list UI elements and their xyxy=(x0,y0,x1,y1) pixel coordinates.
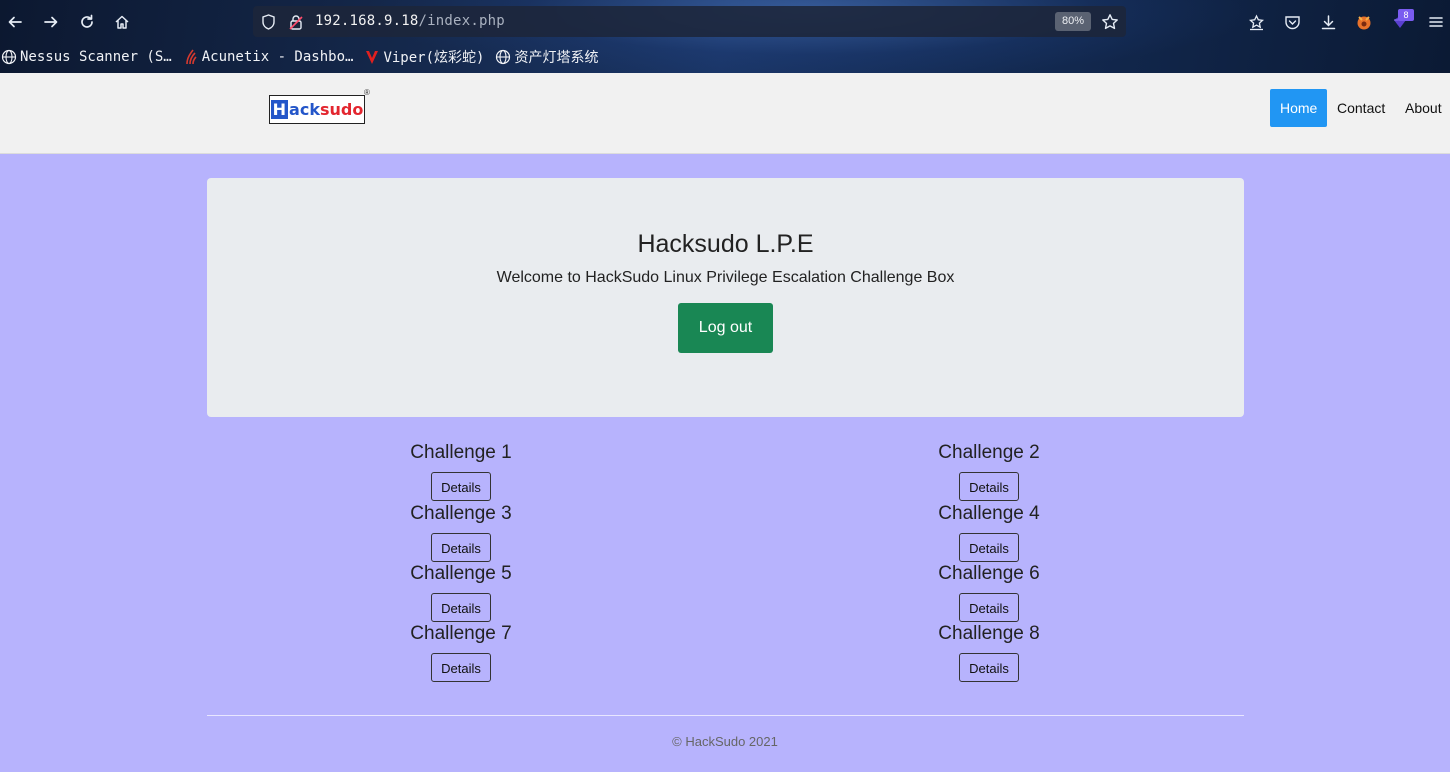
registered-mark-icon: ® xyxy=(364,88,370,97)
nav-home[interactable]: Home xyxy=(1270,89,1328,127)
page-title: Hacksudo L.P.E xyxy=(637,230,814,258)
browser-toolbar: 192.168.9.18/index.php 80% 8 Nessus Scan… xyxy=(0,0,1450,73)
forward-button[interactable] xyxy=(37,8,65,36)
url-text[interactable]: 192.168.9.18/index.php xyxy=(315,13,505,29)
bookmark-label: 资产灯塔系统 xyxy=(514,50,599,66)
logo-sudo: sudo xyxy=(319,100,364,119)
challenge-4-details-button[interactable]: Details xyxy=(959,533,1019,562)
back-button[interactable] xyxy=(1,8,29,36)
challenge-title: Challenge 5 xyxy=(410,563,512,584)
extension-hackbar-button[interactable] xyxy=(1352,10,1376,34)
home-button[interactable] xyxy=(108,8,136,36)
download-icon xyxy=(1321,14,1335,29)
downloads-button[interactable] xyxy=(1316,10,1340,34)
challenge-title: Challenge 6 xyxy=(938,563,1040,584)
challenge-7: Challenge 7 Details xyxy=(361,620,561,682)
challenge-title: Challenge 8 xyxy=(938,623,1040,644)
url-path: /index.php xyxy=(418,13,505,29)
bookmark-label: Viper(炫彩蛇) xyxy=(383,50,485,66)
bookmark-label: Nessus Scanner (S… xyxy=(20,49,172,65)
app-menu-button[interactable] xyxy=(1424,10,1448,34)
challenge-title: Challenge 2 xyxy=(938,442,1040,463)
globe-icon xyxy=(0,48,18,66)
viper-icon xyxy=(363,48,381,66)
challenge-1: Challenge 1 Details xyxy=(361,439,561,501)
page-subtitle: Welcome to HackSudo Linux Privilege Esca… xyxy=(496,269,955,286)
bookmark-label: Acunetix - Dashbo… xyxy=(201,49,354,65)
bookmark-viper[interactable]: Viper(炫彩蛇) xyxy=(363,47,484,67)
challenge-3: Challenge 3 Details xyxy=(361,500,561,562)
challenge-1-details-button[interactable]: Details xyxy=(431,472,491,501)
challenge-8-details-button[interactable]: Details xyxy=(959,653,1019,682)
hamburger-menu-icon xyxy=(1429,17,1443,27)
shield-icon[interactable] xyxy=(258,12,278,32)
challenge-5: Challenge 5 Details xyxy=(361,560,561,622)
fox-extension-icon xyxy=(1357,16,1371,30)
hacksudo-logo[interactable]: Hack sudo xyxy=(269,95,365,124)
site-navbar: Hack sudo ® Home Contact About xyxy=(0,73,1450,154)
logo-h: H xyxy=(270,100,289,119)
reload-icon xyxy=(81,14,93,28)
challenge-6: Challenge 6 Details xyxy=(889,560,1089,622)
challenge-title: Challenge 3 xyxy=(410,503,512,524)
challenge-4: Challenge 4 Details xyxy=(889,500,1089,562)
challenge-2: Challenge 2 Details xyxy=(889,439,1089,501)
url-bar[interactable]: 192.168.9.18/index.php 80% xyxy=(253,6,1126,37)
bookmark-asset-lighthouse[interactable]: 资产灯塔系统 xyxy=(494,47,598,67)
url-host: 192.168.9.18 xyxy=(315,13,419,29)
pocket-icon xyxy=(1284,15,1300,29)
footer-divider xyxy=(207,715,1244,716)
bookmarks-menu-button[interactable] xyxy=(1244,10,1268,34)
challenge-title: Challenge 1 xyxy=(410,442,512,463)
bookmark-nessus[interactable]: Nessus Scanner (S… xyxy=(0,48,172,66)
acunetix-icon xyxy=(182,48,200,66)
zoom-indicator[interactable]: 80% xyxy=(1055,12,1091,31)
challenge-2-details-button[interactable]: Details xyxy=(959,472,1019,501)
insecure-lock-icon[interactable] xyxy=(286,12,306,32)
nav-about[interactable]: About xyxy=(1395,89,1450,127)
challenge-5-details-button[interactable]: Details xyxy=(431,593,491,622)
star-list-icon xyxy=(1248,13,1264,30)
challenge-8: Challenge 8 Details xyxy=(889,620,1089,682)
forward-arrow-icon xyxy=(44,16,58,28)
back-arrow-icon xyxy=(8,16,22,28)
logo-ack: ack xyxy=(289,100,320,119)
bookmarks-toolbar: Nessus Scanner (S… Acunetix - Dashbo… Vi… xyxy=(0,45,608,69)
challenge-3-details-button[interactable]: Details xyxy=(431,533,491,562)
bookmark-acunetix[interactable]: Acunetix - Dashbo… xyxy=(182,48,354,66)
challenge-7-details-button[interactable]: Details xyxy=(431,653,491,682)
globe-icon xyxy=(494,48,512,66)
challenge-6-details-button[interactable]: Details xyxy=(959,593,1019,622)
nav-contact[interactable]: Contact xyxy=(1327,89,1395,127)
extension-badge: 8 xyxy=(1398,9,1414,21)
challenge-title: Challenge 4 xyxy=(938,503,1040,524)
pocket-button[interactable] xyxy=(1280,10,1304,34)
bookmark-star-icon[interactable] xyxy=(1100,12,1120,32)
home-icon xyxy=(115,15,129,29)
reload-button[interactable] xyxy=(73,8,101,36)
challenge-title: Challenge 7 xyxy=(410,623,512,644)
logout-button[interactable]: Log out xyxy=(678,303,773,353)
jumbotron: Hacksudo L.P.E Welcome to HackSudo Linux… xyxy=(207,178,1244,417)
footer-copyright: © HackSudo 2021 xyxy=(672,734,778,749)
